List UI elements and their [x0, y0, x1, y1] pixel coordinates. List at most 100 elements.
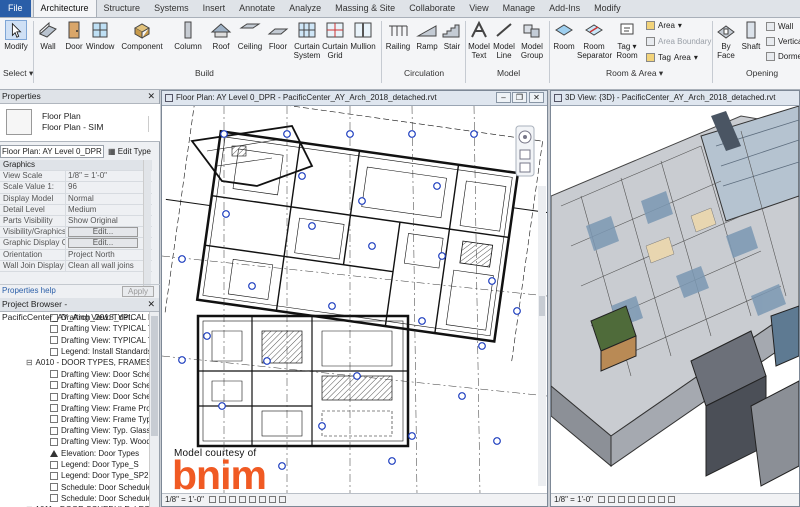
close-button[interactable]: ✕	[529, 92, 544, 103]
grid-bubble-marker[interactable]	[388, 457, 396, 465]
grid-bubble-marker[interactable]	[438, 252, 446, 260]
room-separator-button[interactable]: Room Separator	[577, 20, 612, 60]
roof-button[interactable]: Roof	[209, 20, 233, 51]
tab-insert[interactable]: Insert	[196, 0, 233, 17]
minimize-button[interactable]: –	[496, 92, 511, 103]
navigation-bar[interactable]	[515, 125, 535, 177]
reveal-hidden-icon[interactable]	[279, 496, 287, 503]
list-item[interactable]: Drafting View: Door Sche	[0, 391, 159, 402]
grid-bubble-marker[interactable]	[248, 282, 256, 290]
temporary-hide-icon[interactable]	[269, 496, 277, 503]
tag-area-dropdown[interactable]: Tag Area ▾	[646, 53, 698, 62]
wall-button[interactable]: Wall	[36, 20, 60, 51]
wall-opening-button[interactable]: Wall	[766, 22, 793, 31]
tab-collaborate[interactable]: Collaborate	[402, 0, 462, 17]
modify-button[interactable]: Modify	[2, 20, 30, 51]
property-row[interactable]: Wall Join Display Clean all wall joins	[0, 260, 152, 272]
list-item[interactable]: ⊟ A010 - DOOR TYPES, FRAMES &	[0, 357, 159, 368]
grid-bubble-marker[interactable]	[513, 307, 521, 315]
chevron-down-icon[interactable]	[148, 116, 156, 132]
edit-button[interactable]: Edit...	[68, 238, 138, 249]
grid-bubble-marker[interactable]	[493, 437, 501, 445]
collapse-icon[interactable]: ⊟	[26, 357, 34, 368]
properties-help-link[interactable]: Properties help	[0, 286, 56, 295]
list-item[interactable]: Legend: Install Standards	[0, 346, 159, 357]
list-item[interactable]: Drafting View: TYPICAL T	[0, 323, 159, 334]
type-selector[interactable]: Floor Plan Floor Plan - SIM	[0, 104, 160, 142]
grid-bubble-marker[interactable]	[418, 317, 426, 325]
tab-annotate[interactable]: Annotate	[232, 0, 282, 17]
area-boundary-button[interactable]: Area Boundary	[646, 37, 711, 46]
property-row[interactable]: Display Model Normal	[0, 193, 152, 205]
property-row[interactable]: Visibility/Graphics... Edit...	[0, 227, 152, 239]
scroll-thumb[interactable]	[151, 316, 158, 436]
instance-filter-select[interactable]: Floor Plan: AY Level 0_DPR ▾	[0, 144, 104, 158]
tab-add-ins[interactable]: Add-Ins	[542, 0, 587, 17]
ceiling-button[interactable]: Ceiling	[236, 20, 264, 51]
door-button[interactable]: Door	[63, 20, 85, 51]
model-line-button[interactable]: Model Line	[492, 20, 516, 60]
tab-architecture[interactable]: Architecture	[32, 0, 97, 17]
temporary-hide-icon[interactable]	[668, 496, 676, 503]
floor-plan-view[interactable]: Floor Plan: AY Level 0_DPR - PacificCent…	[161, 90, 548, 507]
grid-bubble-marker[interactable]	[263, 357, 271, 365]
tab-file[interactable]: File	[0, 0, 31, 17]
3d-view[interactable]: 3D View: {3D} - PacificCenter_AY_Arch_20…	[550, 90, 800, 507]
shaft-button[interactable]: Shaft	[738, 20, 764, 51]
3d-model-render[interactable]	[551, 106, 799, 494]
list-item[interactable]: Legend: Door Type_SP2	[0, 470, 159, 481]
room-button[interactable]: Room	[551, 20, 577, 51]
property-value[interactable]: 1/8" = 1'-0"	[66, 171, 152, 181]
grid-bubble-marker[interactable]	[178, 356, 186, 364]
crop-view-icon[interactable]	[648, 496, 656, 503]
railing-button[interactable]: Railing	[384, 20, 412, 51]
lock-3d-view-icon[interactable]	[658, 496, 666, 503]
grid-bubble-marker[interactable]	[218, 402, 226, 410]
3d-view-scale[interactable]: 1/8" = 1'-0"	[554, 495, 593, 504]
property-row[interactable]: View Scale 1/8" = 1'-0"	[0, 171, 152, 183]
property-value[interactable]: Edit...	[66, 227, 152, 238]
grid-bubble-marker[interactable]	[358, 197, 366, 205]
tag-room-button[interactable]: Tag ▾ Room	[614, 20, 640, 60]
list-item[interactable]: Drafting View: Door Sche	[0, 380, 159, 391]
grid-bubble-marker[interactable]	[220, 130, 228, 138]
property-value[interactable]: Normal	[66, 194, 152, 204]
grid-bubble-marker[interactable]	[203, 332, 211, 340]
group-room-area[interactable]: Room & Area ▾	[606, 68, 663, 79]
curtain-system-button[interactable]: Curtain System	[293, 20, 321, 60]
grid-bubble-marker[interactable]	[283, 130, 291, 138]
dormer-button[interactable]: Dormer	[766, 52, 800, 61]
property-value[interactable]: Edit...	[66, 238, 152, 249]
list-item[interactable]: Schedule: Door Schedule	[0, 481, 159, 492]
grid-bubble-marker[interactable]	[433, 182, 441, 190]
grid-bubble-marker[interactable]	[368, 242, 376, 250]
property-value[interactable]: Medium	[66, 205, 152, 215]
tab-manage[interactable]: Manage	[496, 0, 543, 17]
list-item[interactable]: Drafting View: Door Sche	[0, 368, 159, 379]
section-graphics[interactable]: Graphics	[0, 160, 152, 172]
grid-bubble-marker[interactable]	[470, 130, 478, 138]
property-value[interactable]: Clean all wall joins	[66, 261, 152, 271]
restore-button[interactable]: ❐	[512, 92, 527, 103]
property-value[interactable]: Show Original	[66, 216, 152, 226]
vertical-opening-button[interactable]: Vertical	[766, 37, 800, 46]
component-button[interactable]: Component	[120, 20, 164, 51]
floor-button[interactable]: Floor	[267, 20, 289, 51]
grid-bubble-marker[interactable]	[458, 392, 466, 400]
grid-bubble-marker[interactable]	[318, 422, 326, 430]
grid-bubble-marker[interactable]	[408, 432, 416, 440]
stair-button[interactable]: Stair	[441, 20, 463, 51]
grid-bubble-marker[interactable]	[488, 277, 496, 285]
group-select[interactable]: Select ▾	[3, 68, 33, 79]
list-item[interactable]: Drafting View: Typ. Glass	[0, 425, 159, 436]
property-row[interactable]: Graphic Display O...Edit...	[0, 238, 152, 250]
grid-bubble-marker[interactable]	[308, 222, 316, 230]
tab-modify[interactable]: Modify	[587, 0, 628, 17]
mullion-button[interactable]: Mullion	[349, 20, 377, 51]
property-value[interactable]: 96	[66, 182, 152, 192]
browser-scrollbar[interactable]	[149, 312, 159, 507]
model-text-button[interactable]: Model Text	[467, 20, 491, 60]
list-item[interactable]: Drafting View: TYPICAL T	[0, 335, 159, 346]
apply-button[interactable]: Apply	[122, 286, 154, 297]
tab-massing-site[interactable]: Massing & Site	[328, 0, 402, 17]
